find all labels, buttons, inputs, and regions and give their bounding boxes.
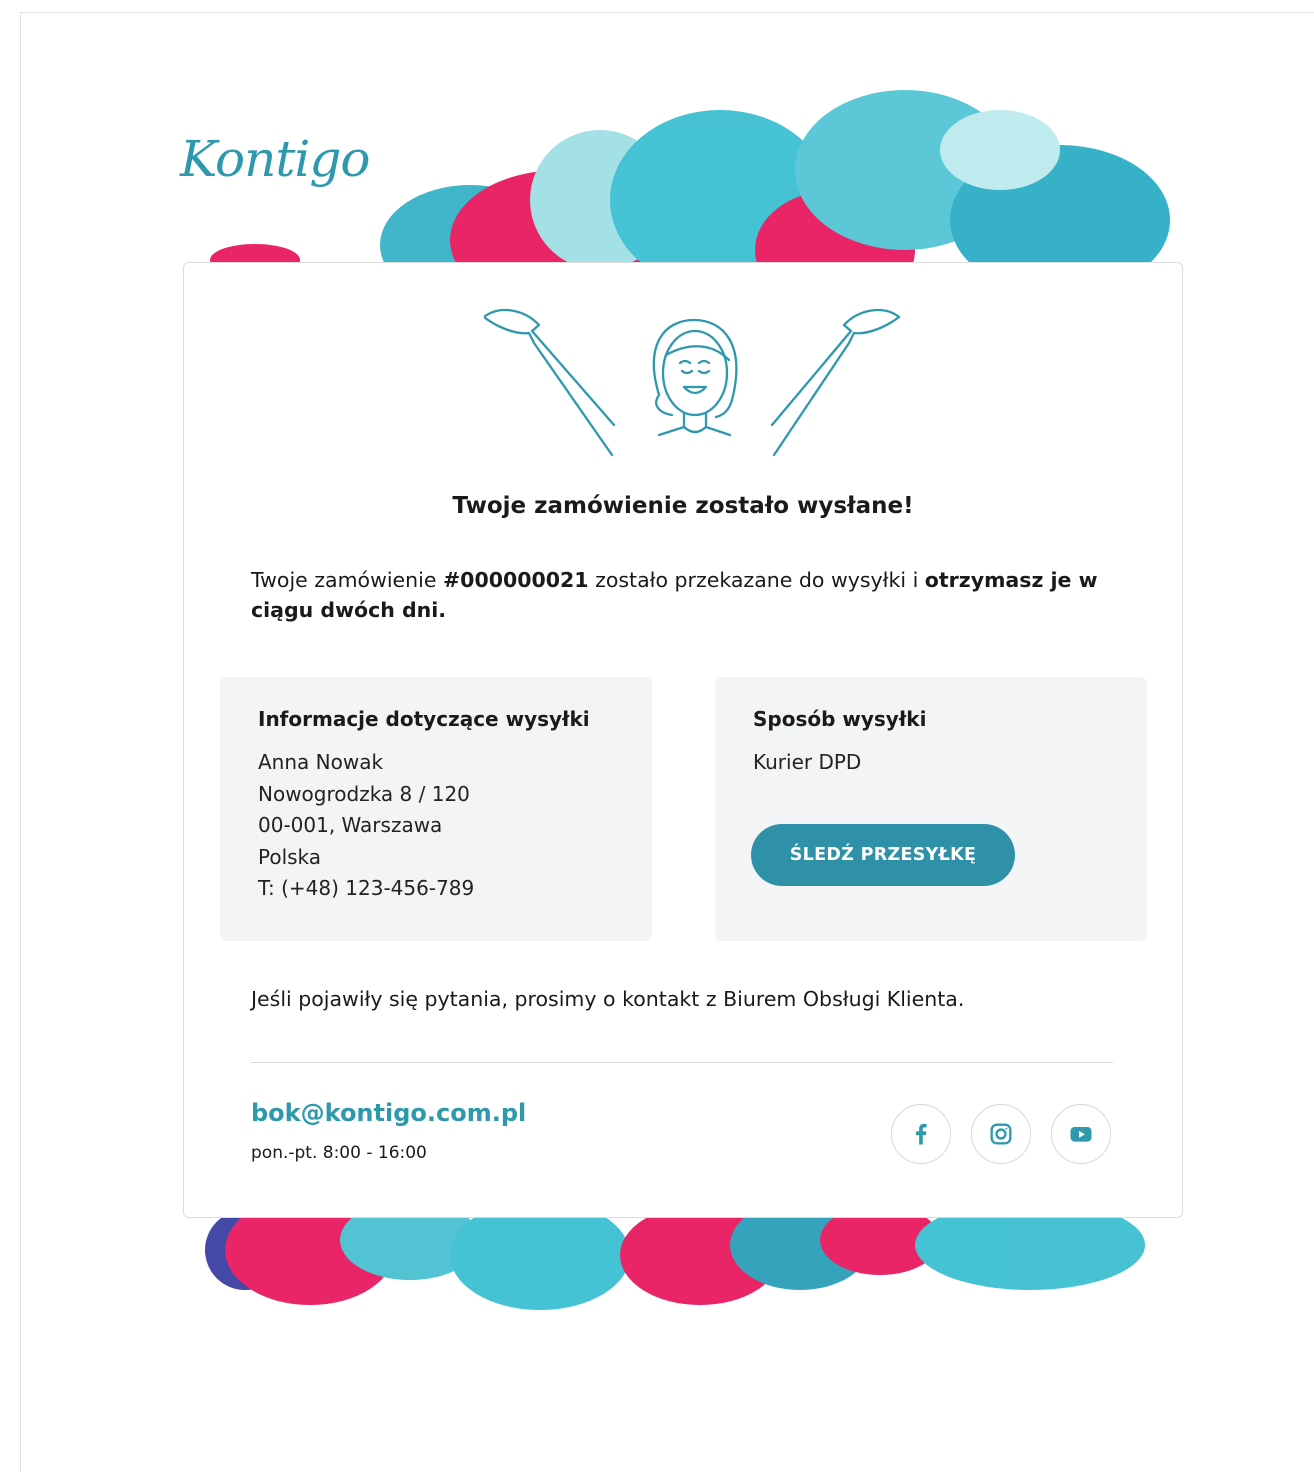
- track-package-button[interactable]: ŚLEDŹ PRZESYŁKĘ: [751, 824, 1015, 886]
- youtube-icon: [1070, 1127, 1092, 1142]
- support-hours: pon.-pt. 8:00 - 16:00: [251, 1143, 427, 1163]
- shipping-address: Anna Nowak Nowogrodzka 8 / 120 00-001, W…: [258, 747, 474, 905]
- message-part2: zostało przekazane do wysyłki i: [588, 568, 925, 592]
- message-part1: Twoje zamówienie: [251, 568, 443, 592]
- shipping-info-title: Informacje dotyczące wysyłki: [258, 707, 590, 731]
- facebook-icon: [915, 1123, 927, 1145]
- shipping-method-title: Sposób wysyłki: [753, 707, 927, 731]
- facebook-link[interactable]: [891, 1104, 951, 1164]
- page-title: Twoje zamówienie zostało wysłane!: [452, 493, 914, 519]
- order-number: #000000021: [443, 568, 589, 592]
- contact-message: Jeśli pojawiły się pytania, prosimy o ko…: [251, 987, 965, 1011]
- order-message: Twoje zamówienie #000000021 zostało prze…: [251, 565, 1131, 625]
- support-email-link[interactable]: bok@kontigo.com.pl: [251, 1099, 526, 1127]
- email-card: Twoje zamówienie zostało wysłane! Twoje …: [183, 262, 1183, 1218]
- address-city: 00-001, Warszawa: [258, 813, 443, 837]
- youtube-link[interactable]: [1051, 1104, 1111, 1164]
- recipient-name: Anna Nowak: [258, 750, 384, 774]
- divider: [251, 1062, 1113, 1063]
- shipping-info-box: Informacje dotyczące wysyłki Anna Nowak …: [220, 677, 652, 941]
- instagram-icon: [990, 1123, 1012, 1145]
- shipping-carrier: Kurier DPD: [753, 750, 862, 774]
- celebrating-woman-illustration: [484, 308, 901, 457]
- address-street: Nowogrodzka 8 / 120: [258, 781, 470, 806]
- address-country: Polska: [258, 844, 322, 869]
- kontigo-logo: Kontigo: [180, 130, 371, 188]
- recipient-phone: T: (+48) 123-456-789: [258, 876, 475, 900]
- shipping-method-box: Sposób wysyłki Kurier DPD ŚLEDŹ PRZESYŁK…: [715, 677, 1147, 941]
- instagram-link[interactable]: [971, 1104, 1031, 1164]
